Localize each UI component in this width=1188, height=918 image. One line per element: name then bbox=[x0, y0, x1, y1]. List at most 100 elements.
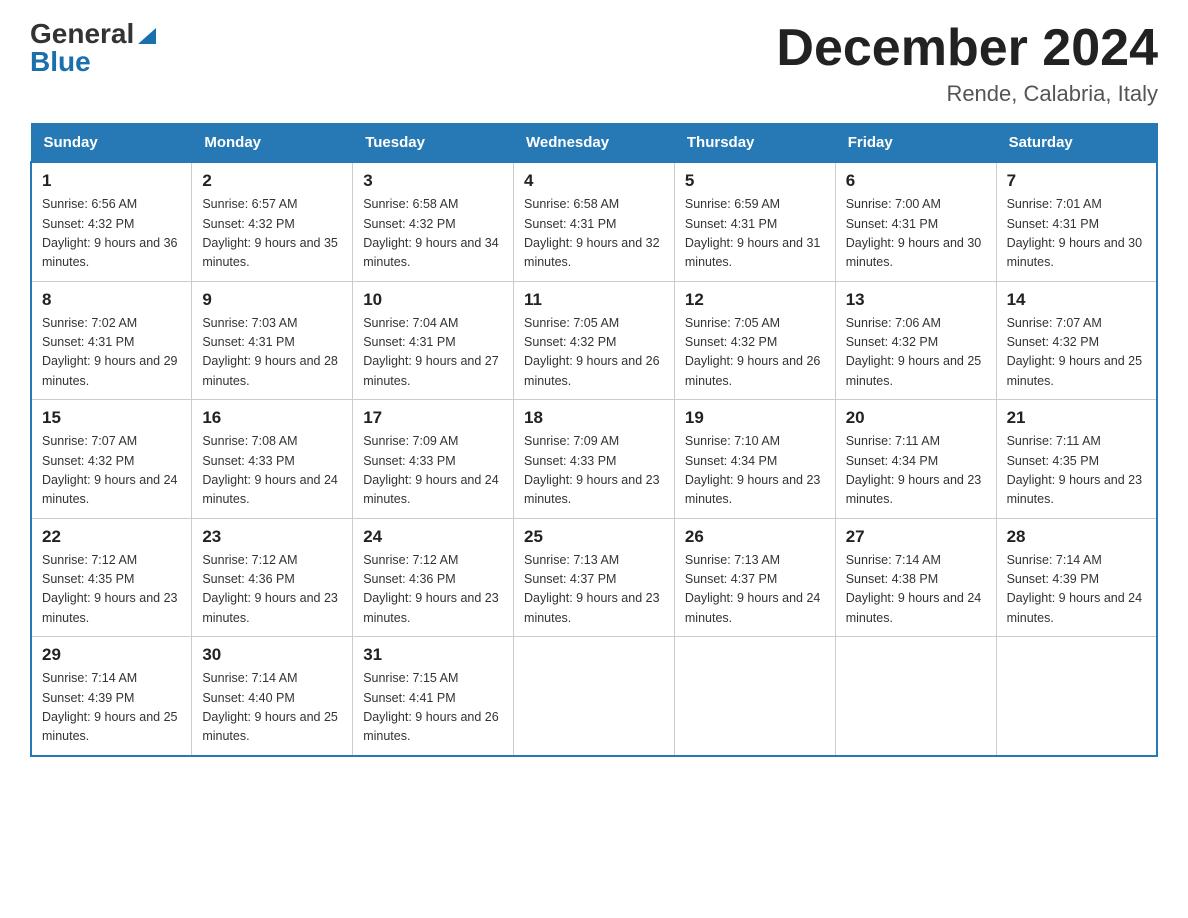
day-cell-6: 6 Sunrise: 7:00 AMSunset: 4:31 PMDayligh… bbox=[835, 162, 996, 281]
day-cell-28: 28 Sunrise: 7:14 AMSunset: 4:39 PMDaylig… bbox=[996, 518, 1157, 637]
day-number: 8 bbox=[42, 290, 181, 310]
day-number: 14 bbox=[1007, 290, 1146, 310]
day-number: 28 bbox=[1007, 527, 1146, 547]
day-number: 24 bbox=[363, 527, 503, 547]
location-text: Rende, Calabria, Italy bbox=[776, 81, 1158, 107]
day-number: 27 bbox=[846, 527, 986, 547]
day-info: Sunrise: 7:12 AMSunset: 4:36 PMDaylight:… bbox=[202, 551, 342, 629]
day-info: Sunrise: 7:13 AMSunset: 4:37 PMDaylight:… bbox=[524, 551, 664, 629]
day-number: 5 bbox=[685, 171, 825, 191]
logo: General Blue bbox=[30, 20, 158, 76]
day-cell-7: 7 Sunrise: 7:01 AMSunset: 4:31 PMDayligh… bbox=[996, 162, 1157, 281]
day-cell-11: 11 Sunrise: 7:05 AMSunset: 4:32 PMDaylig… bbox=[514, 281, 675, 400]
day-cell-30: 30 Sunrise: 7:14 AMSunset: 4:40 PMDaylig… bbox=[192, 637, 353, 756]
weekday-header-wednesday: Wednesday bbox=[514, 124, 675, 163]
day-info: Sunrise: 7:13 AMSunset: 4:37 PMDaylight:… bbox=[685, 551, 825, 629]
day-cell-23: 23 Sunrise: 7:12 AMSunset: 4:36 PMDaylig… bbox=[192, 518, 353, 637]
day-info: Sunrise: 7:12 AMSunset: 4:35 PMDaylight:… bbox=[42, 551, 181, 629]
day-info: Sunrise: 6:56 AMSunset: 4:32 PMDaylight:… bbox=[42, 195, 181, 273]
day-cell-9: 9 Sunrise: 7:03 AMSunset: 4:31 PMDayligh… bbox=[192, 281, 353, 400]
day-info: Sunrise: 7:02 AMSunset: 4:31 PMDaylight:… bbox=[42, 314, 181, 392]
day-info: Sunrise: 6:57 AMSunset: 4:32 PMDaylight:… bbox=[202, 195, 342, 273]
day-cell-22: 22 Sunrise: 7:12 AMSunset: 4:35 PMDaylig… bbox=[31, 518, 192, 637]
day-info: Sunrise: 7:00 AMSunset: 4:31 PMDaylight:… bbox=[846, 195, 986, 273]
day-info: Sunrise: 7:08 AMSunset: 4:33 PMDaylight:… bbox=[202, 432, 342, 510]
day-info: Sunrise: 7:10 AMSunset: 4:34 PMDaylight:… bbox=[685, 432, 825, 510]
day-cell-14: 14 Sunrise: 7:07 AMSunset: 4:32 PMDaylig… bbox=[996, 281, 1157, 400]
day-info: Sunrise: 7:04 AMSunset: 4:31 PMDaylight:… bbox=[363, 314, 503, 392]
weekday-header-monday: Monday bbox=[192, 124, 353, 163]
calendar-table: SundayMondayTuesdayWednesdayThursdayFrid… bbox=[30, 123, 1158, 757]
empty-cell bbox=[835, 637, 996, 756]
day-cell-29: 29 Sunrise: 7:14 AMSunset: 4:39 PMDaylig… bbox=[31, 637, 192, 756]
day-number: 1 bbox=[42, 171, 181, 191]
day-cell-24: 24 Sunrise: 7:12 AMSunset: 4:36 PMDaylig… bbox=[353, 518, 514, 637]
week-row-5: 29 Sunrise: 7:14 AMSunset: 4:39 PMDaylig… bbox=[31, 637, 1157, 756]
day-info: Sunrise: 7:14 AMSunset: 4:40 PMDaylight:… bbox=[202, 669, 342, 747]
day-number: 9 bbox=[202, 290, 342, 310]
day-info: Sunrise: 7:12 AMSunset: 4:36 PMDaylight:… bbox=[363, 551, 503, 629]
day-number: 2 bbox=[202, 171, 342, 191]
logo-triangle-icon bbox=[136, 24, 158, 46]
month-title: December 2024 bbox=[776, 20, 1158, 77]
day-number: 23 bbox=[202, 527, 342, 547]
day-number: 20 bbox=[846, 408, 986, 428]
week-row-3: 15 Sunrise: 7:07 AMSunset: 4:32 PMDaylig… bbox=[31, 400, 1157, 519]
day-cell-25: 25 Sunrise: 7:13 AMSunset: 4:37 PMDaylig… bbox=[514, 518, 675, 637]
day-cell-5: 5 Sunrise: 6:59 AMSunset: 4:31 PMDayligh… bbox=[674, 162, 835, 281]
day-info: Sunrise: 6:58 AMSunset: 4:31 PMDaylight:… bbox=[524, 195, 664, 273]
day-info: Sunrise: 7:05 AMSunset: 4:32 PMDaylight:… bbox=[524, 314, 664, 392]
weekday-header-friday: Friday bbox=[835, 124, 996, 163]
day-number: 7 bbox=[1007, 171, 1146, 191]
day-cell-19: 19 Sunrise: 7:10 AMSunset: 4:34 PMDaylig… bbox=[674, 400, 835, 519]
day-number: 13 bbox=[846, 290, 986, 310]
day-number: 22 bbox=[42, 527, 181, 547]
day-info: Sunrise: 7:15 AMSunset: 4:41 PMDaylight:… bbox=[363, 669, 503, 747]
day-cell-26: 26 Sunrise: 7:13 AMSunset: 4:37 PMDaylig… bbox=[674, 518, 835, 637]
day-number: 17 bbox=[363, 408, 503, 428]
day-number: 21 bbox=[1007, 408, 1146, 428]
day-number: 18 bbox=[524, 408, 664, 428]
day-info: Sunrise: 7:07 AMSunset: 4:32 PMDaylight:… bbox=[42, 432, 181, 510]
day-info: Sunrise: 7:11 AMSunset: 4:34 PMDaylight:… bbox=[846, 432, 986, 510]
day-info: Sunrise: 7:14 AMSunset: 4:39 PMDaylight:… bbox=[42, 669, 181, 747]
day-cell-15: 15 Sunrise: 7:07 AMSunset: 4:32 PMDaylig… bbox=[31, 400, 192, 519]
day-cell-8: 8 Sunrise: 7:02 AMSunset: 4:31 PMDayligh… bbox=[31, 281, 192, 400]
day-info: Sunrise: 7:14 AMSunset: 4:38 PMDaylight:… bbox=[846, 551, 986, 629]
day-number: 4 bbox=[524, 171, 664, 191]
day-cell-18: 18 Sunrise: 7:09 AMSunset: 4:33 PMDaylig… bbox=[514, 400, 675, 519]
day-info: Sunrise: 7:03 AMSunset: 4:31 PMDaylight:… bbox=[202, 314, 342, 392]
day-number: 15 bbox=[42, 408, 181, 428]
day-info: Sunrise: 7:07 AMSunset: 4:32 PMDaylight:… bbox=[1007, 314, 1146, 392]
empty-cell bbox=[996, 637, 1157, 756]
week-row-2: 8 Sunrise: 7:02 AMSunset: 4:31 PMDayligh… bbox=[31, 281, 1157, 400]
day-number: 29 bbox=[42, 645, 181, 665]
day-number: 30 bbox=[202, 645, 342, 665]
weekday-header-saturday: Saturday bbox=[996, 124, 1157, 163]
weekday-header-thursday: Thursday bbox=[674, 124, 835, 163]
logo-blue-text: Blue bbox=[30, 48, 91, 76]
day-cell-12: 12 Sunrise: 7:05 AMSunset: 4:32 PMDaylig… bbox=[674, 281, 835, 400]
day-number: 3 bbox=[363, 171, 503, 191]
empty-cell bbox=[514, 637, 675, 756]
empty-cell bbox=[674, 637, 835, 756]
day-cell-3: 3 Sunrise: 6:58 AMSunset: 4:32 PMDayligh… bbox=[353, 162, 514, 281]
day-info: Sunrise: 7:09 AMSunset: 4:33 PMDaylight:… bbox=[524, 432, 664, 510]
day-info: Sunrise: 6:59 AMSunset: 4:31 PMDaylight:… bbox=[685, 195, 825, 273]
day-number: 12 bbox=[685, 290, 825, 310]
title-section: December 2024 Rende, Calabria, Italy bbox=[776, 20, 1158, 107]
day-info: Sunrise: 7:09 AMSunset: 4:33 PMDaylight:… bbox=[363, 432, 503, 510]
day-number: 25 bbox=[524, 527, 664, 547]
weekday-header-sunday: Sunday bbox=[31, 124, 192, 163]
day-number: 31 bbox=[363, 645, 503, 665]
day-cell-10: 10 Sunrise: 7:04 AMSunset: 4:31 PMDaylig… bbox=[353, 281, 514, 400]
day-number: 26 bbox=[685, 527, 825, 547]
day-info: Sunrise: 7:01 AMSunset: 4:31 PMDaylight:… bbox=[1007, 195, 1146, 273]
day-info: Sunrise: 7:11 AMSunset: 4:35 PMDaylight:… bbox=[1007, 432, 1146, 510]
weekday-header-tuesday: Tuesday bbox=[353, 124, 514, 163]
day-info: Sunrise: 6:58 AMSunset: 4:32 PMDaylight:… bbox=[363, 195, 503, 273]
day-cell-13: 13 Sunrise: 7:06 AMSunset: 4:32 PMDaylig… bbox=[835, 281, 996, 400]
day-number: 16 bbox=[202, 408, 342, 428]
day-info: Sunrise: 7:05 AMSunset: 4:32 PMDaylight:… bbox=[685, 314, 825, 392]
day-cell-2: 2 Sunrise: 6:57 AMSunset: 4:32 PMDayligh… bbox=[192, 162, 353, 281]
